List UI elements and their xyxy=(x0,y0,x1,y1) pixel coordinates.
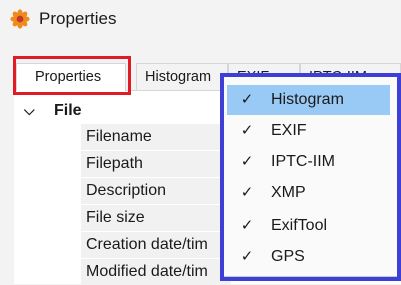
check-icon: ✓ xyxy=(240,91,254,108)
menu-item-exif[interactable]: ✓ EXIF xyxy=(227,116,390,146)
chevron-down-icon[interactable]: ⌵ xyxy=(24,97,40,123)
tab-histogram[interactable]: Histogram xyxy=(136,63,228,91)
menu-item-exiftool[interactable]: ✓ ExifTool xyxy=(227,211,390,241)
check-icon: ✓ xyxy=(240,184,254,201)
check-icon: ✓ xyxy=(240,153,254,170)
sunflower-icon xyxy=(10,9,30,29)
window-title: Properties xyxy=(39,9,117,28)
menu-item-label: GPS xyxy=(271,248,305,265)
group-label: File xyxy=(54,102,82,119)
property-modified-date[interactable]: Modified date/tim xyxy=(81,259,231,285)
property-file-size[interactable]: File size xyxy=(81,205,231,231)
menu-item-histogram[interactable]: ✓ Histogram xyxy=(227,85,390,115)
tree-group-file[interactable]: ⌵ File xyxy=(24,97,82,123)
tab-properties[interactable]: Properties xyxy=(16,63,126,91)
menu-item-label: ExifTool xyxy=(271,217,328,234)
menu-item-label: XMP xyxy=(271,184,306,201)
check-icon: ✓ xyxy=(240,217,254,234)
title-bar: Properties xyxy=(0,0,401,40)
check-icon: ✓ xyxy=(240,248,254,265)
property-filename[interactable]: Filename xyxy=(81,124,231,150)
menu-item-gps[interactable]: ✓ GPS xyxy=(227,242,390,272)
property-description[interactable]: Description xyxy=(81,178,231,204)
menu-item-label: EXIF xyxy=(271,122,307,139)
menu-item-iptc-iim[interactable]: ✓ IPTC-IIM xyxy=(227,147,390,177)
property-filepath[interactable]: Filepath xyxy=(81,151,231,177)
menu-item-label: IPTC-IIM xyxy=(271,153,335,170)
menu-item-xmp[interactable]: ✓ XMP xyxy=(227,178,390,208)
property-creation-date[interactable]: Creation date/tim xyxy=(81,232,231,258)
check-icon: ✓ xyxy=(240,122,254,139)
menu-item-label: Histogram xyxy=(271,91,344,108)
tab-visibility-menu: ✓ Histogram ✓ EXIF ✓ IPTC-IIM ✓ XMP ✓ Ex… xyxy=(222,75,399,277)
